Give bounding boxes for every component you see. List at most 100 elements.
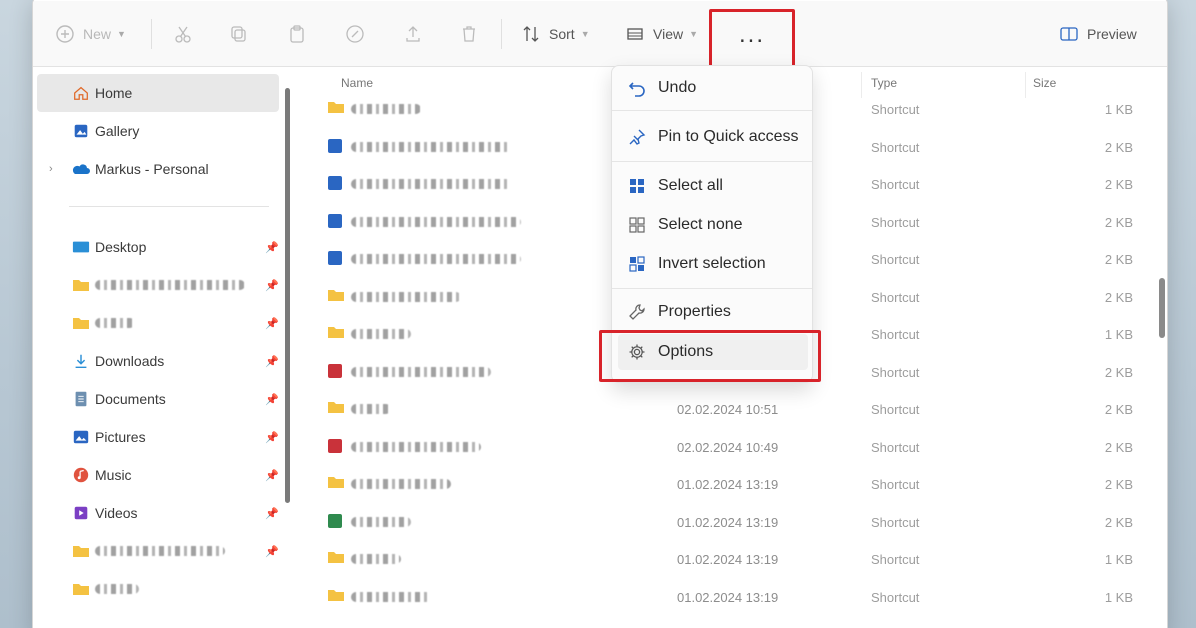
sidebar-item-music[interactable]: Music 📌 (37, 456, 279, 494)
sort-button[interactable]: Sort ▼ (521, 1, 590, 67)
sidebar-item-gallery[interactable]: Gallery (37, 112, 279, 150)
redacted-file-name (351, 366, 491, 377)
redacted-file-name (351, 591, 431, 602)
paste-button[interactable] (287, 1, 307, 67)
menu-item-undo[interactable]: Undo (618, 70, 808, 106)
table-row[interactable]: 02.02.2024 10:49 Shortcut 2 KB (321, 428, 1141, 466)
folder-icon (327, 588, 345, 602)
share-button[interactable] (403, 1, 423, 67)
redacted-text (95, 318, 135, 328)
file-size: 2 KB (1104, 289, 1133, 305)
table-row[interactable]: 01.02.2024 13:19 Shortcut 2 KB (321, 465, 1141, 503)
file-list-scrollbar[interactable] (1159, 278, 1165, 338)
menu-divider (612, 288, 812, 289)
sort-icon (523, 26, 539, 42)
see-more-button[interactable]: ... (709, 9, 795, 71)
sidebar-item-folder[interactable]: 📌 (37, 304, 279, 342)
folder-icon (327, 288, 345, 302)
menu-item-label: Undo (658, 79, 697, 96)
new-button[interactable]: New ▼ (55, 1, 126, 67)
folder-icon (71, 579, 91, 599)
plus-circle-icon (56, 25, 74, 43)
redacted-file-name (351, 254, 521, 264)
menu-item-invert-selection[interactable]: Invert selection (618, 246, 808, 282)
table-row[interactable]: 02.02.2024 10:51 Shortcut 2 KB (321, 390, 1141, 428)
file-type: Shortcut (871, 514, 920, 530)
chevron-right-icon[interactable]: › (49, 163, 53, 175)
file-size: 1 KB (1104, 102, 1133, 117)
pin-icon[interactable]: 📌 (265, 279, 279, 292)
menu-divider (612, 161, 812, 162)
rename-button[interactable] (345, 1, 365, 67)
shortcut-icon (327, 438, 345, 453)
date-modified: 02.02.2024 10:51 (677, 402, 779, 417)
menu-item-label: Select all (658, 177, 723, 194)
column-header-size[interactable]: Size (1033, 76, 1056, 90)
pin-icon[interactable]: 📌 (265, 393, 279, 406)
file-type: Shortcut (871, 139, 920, 155)
view-button[interactable]: View ▼ (625, 1, 698, 67)
sidebar-item-label: Home (95, 85, 133, 101)
sidebar-item-folder[interactable] (37, 570, 279, 608)
pin-icon[interactable]: 📌 (265, 431, 279, 444)
toolbar-divider (151, 19, 152, 49)
file-type: Shortcut (871, 252, 920, 267)
onedrive-cloud-icon (71, 159, 91, 179)
menu-item-select-none[interactable]: Select none (618, 207, 808, 243)
file-size: 2 KB (1104, 514, 1133, 530)
file-type: Shortcut (871, 589, 920, 605)
file-size: 2 KB (1104, 177, 1133, 192)
folder-icon (327, 100, 345, 114)
pin-icon[interactable]: 📌 (265, 355, 279, 368)
sidebar-item-downloads[interactable]: Downloads 📌 (37, 342, 279, 380)
file-type: Shortcut (871, 177, 920, 192)
redacted-file-name (351, 404, 391, 414)
pin-icon[interactable]: 📌 (265, 545, 279, 558)
pin-icon[interactable]: 📌 (265, 241, 279, 254)
file-explorer-window: New ▼ Sort ▼ View ▼ ... Preview Home Gal… (32, 0, 1168, 628)
table-row[interactable]: 01.02.2024 13:19 Shortcut 1 KB (321, 540, 1141, 578)
new-label: New (83, 26, 112, 42)
sidebar-item-label: Desktop (95, 239, 147, 255)
navigation-pane: Home Gallery › Markus - Personal Desktop… (33, 68, 293, 628)
menu-divider (612, 110, 812, 111)
sidebar-item-folder[interactable]: 📌 (37, 532, 279, 570)
pin-icon[interactable]: 📌 (265, 507, 279, 520)
date-modified: 01.02.2024 13:19 (677, 589, 779, 605)
shortcut-icon (327, 175, 345, 190)
menu-item-pin-quick-access[interactable]: Pin to Quick access (618, 119, 808, 155)
column-header-name[interactable]: Name (341, 76, 373, 90)
pin-icon (626, 126, 648, 148)
shortcut-icon (327, 363, 345, 378)
file-size: 2 KB (1104, 402, 1133, 417)
copy-button[interactable] (229, 1, 249, 67)
menu-item-properties[interactable]: Properties (618, 294, 808, 330)
shortcut-icon (327, 138, 345, 153)
pin-icon[interactable]: 📌 (265, 317, 279, 330)
sidebar-item-label: Gallery (95, 123, 140, 139)
redacted-file-name (351, 104, 421, 114)
folder-icon (327, 325, 345, 339)
column-header-type[interactable]: Type (871, 76, 897, 90)
sidebar-item-onedrive[interactable]: › Markus - Personal (37, 150, 279, 188)
sidebar-item-desktop[interactable]: Desktop 📌 (37, 228, 279, 266)
view-icon (627, 28, 643, 40)
file-size: 2 KB (1104, 477, 1133, 492)
menu-item-select-all[interactable]: Select all (618, 168, 808, 204)
desktop-icon (71, 237, 91, 257)
sidebar-item-pictures[interactable]: Pictures 📌 (37, 418, 279, 456)
table-row[interactable]: 01.02.2024 13:19 Shortcut 2 KB (321, 503, 1141, 541)
pin-icon[interactable]: 📌 (265, 469, 279, 482)
delete-button[interactable] (459, 1, 479, 67)
documents-icon (71, 389, 91, 409)
sidebar-item-home[interactable]: Home (37, 74, 279, 112)
folder-icon (71, 541, 91, 561)
sidebar-item-videos[interactable]: Videos 📌 (37, 494, 279, 532)
sidebar-item-folder[interactable]: 📌 (37, 266, 279, 304)
table-row[interactable]: 01.02.2024 13:19 Shortcut 1 KB (321, 578, 1141, 616)
sidebar-scrollbar[interactable] (285, 88, 290, 503)
sidebar-item-documents[interactable]: Documents 📌 (37, 380, 279, 418)
chevron-down-icon: ▼ (117, 29, 126, 39)
cut-button[interactable] (173, 1, 193, 67)
preview-button[interactable]: Preview (1059, 1, 1137, 67)
